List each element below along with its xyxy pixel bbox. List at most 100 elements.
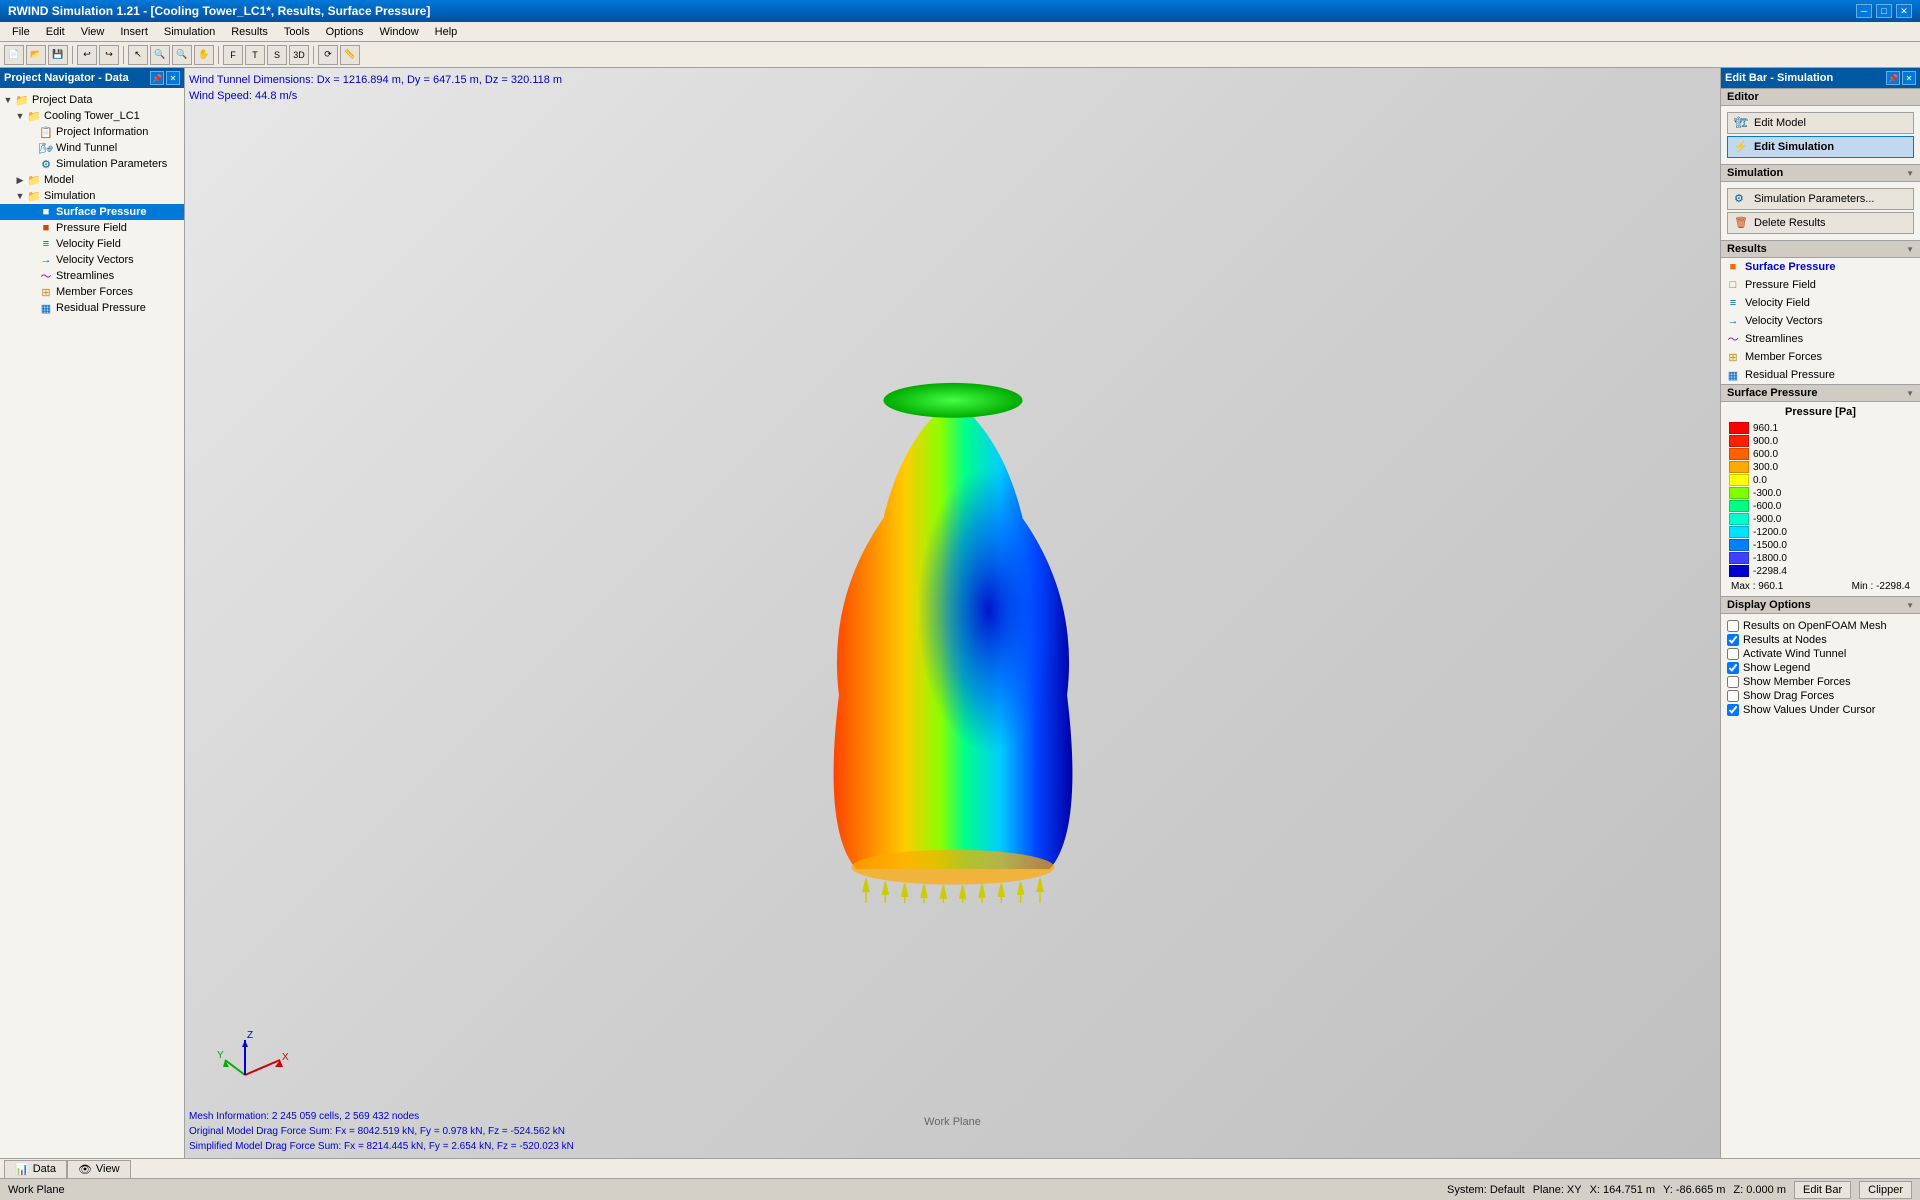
toolbar-new[interactable]: 📄	[4, 45, 24, 65]
tree-item-simulation[interactable]: ▼ 📁 Simulation	[0, 188, 184, 204]
edit-simulation-button[interactable]: ⚡ Edit Simulation	[1727, 136, 1914, 158]
window-controls: ─ □ ✕	[1856, 4, 1912, 18]
icon-residual-pressure: ▦	[38, 301, 54, 315]
delete-results-label: Delete Results	[1754, 217, 1826, 229]
surface-pressure-section-header: Surface Pressure ▼	[1721, 384, 1920, 402]
viewport-bottom-info: Mesh Information: 2 245 059 cells, 2 569…	[189, 1109, 574, 1154]
results-item-surface[interactable]: ■Surface Pressure	[1721, 258, 1920, 276]
toolbar-rotate[interactable]: ⟳	[318, 45, 338, 65]
display-option-2[interactable]: Activate Wind Tunnel	[1727, 648, 1914, 660]
tree-item-cooling-tower[interactable]: ▼ 📁 Cooling Tower_LC1	[0, 108, 184, 124]
checkbox-4[interactable]	[1727, 676, 1739, 688]
tree-item-surface-pressure[interactable]: ■ Surface Pressure	[0, 204, 184, 220]
color-value-4: 0.0	[1753, 475, 1767, 486]
viewport-info-line1: Wind Tunnel Dimensions: Dx = 1216.894 m,…	[189, 72, 562, 88]
toolbar-open[interactable]: 📂	[26, 45, 46, 65]
toolbar-pan[interactable]: ✋	[194, 45, 214, 65]
tree-item-member-forces[interactable]: ⊞ Member Forces	[0, 284, 184, 300]
delete-results-button[interactable]: 🗑 Delete Results	[1727, 212, 1914, 234]
toolbar-front[interactable]: F	[223, 45, 243, 65]
toolbar-measure[interactable]: 📏	[340, 45, 360, 65]
tree-item-model[interactable]: ▶ 📁 Model	[0, 172, 184, 188]
tab-view[interactable]: 👁 View	[67, 1160, 131, 1178]
scale-min-value: -2298.4	[1876, 581, 1910, 592]
results-item-vectors[interactable]: →Velocity Vectors	[1721, 312, 1920, 330]
menu-tools[interactable]: Tools	[276, 24, 318, 40]
panel-close-button[interactable]: ✕	[166, 71, 180, 85]
display-option-5[interactable]: Show Drag Forces	[1727, 690, 1914, 702]
viewport[interactable]: Wind Tunnel Dimensions: Dx = 1216.894 m,…	[185, 68, 1720, 1158]
checkbox-3[interactable]	[1727, 662, 1739, 674]
results-item-streamlines[interactable]: 〜Streamlines	[1721, 330, 1920, 348]
toolbar-zoom-in[interactable]: 🔍	[150, 45, 170, 65]
expand-blank-6	[26, 239, 38, 249]
edit-model-label: Edit Model	[1754, 117, 1806, 129]
menu-edit[interactable]: Edit	[38, 24, 73, 40]
close-button[interactable]: ✕	[1896, 4, 1912, 18]
sim-params-button[interactable]: ⚙ Simulation Parameters...	[1727, 188, 1914, 210]
edit-bar-button[interactable]: Edit Bar	[1794, 1181, 1851, 1199]
menu-results[interactable]: Results	[223, 24, 276, 40]
toolbar-3d[interactable]: 3D	[289, 45, 309, 65]
tree-item-sim-params[interactable]: ⚙ Simulation Parameters	[0, 156, 184, 172]
menu-options[interactable]: Options	[318, 24, 372, 40]
toolbar-undo[interactable]: ↩	[77, 45, 97, 65]
tab-view-label: View	[96, 1163, 120, 1175]
color-scale-row-9: -1500.0	[1729, 539, 1912, 551]
folder-icon-simulation: 📁	[26, 189, 42, 203]
tree-item-velocity-field[interactable]: ≡ Velocity Field	[0, 236, 184, 252]
toolbar-sep-2	[123, 46, 124, 64]
toolbar-top[interactable]: T	[245, 45, 265, 65]
toolbar-select[interactable]: ↖	[128, 45, 148, 65]
right-panel-pin[interactable]: 📌	[1886, 71, 1900, 85]
sim-section-arrow: ▼	[1906, 169, 1914, 178]
menu-view[interactable]: View	[73, 24, 113, 40]
results-item-member[interactable]: ⊞Member Forces	[1721, 348, 1920, 366]
clipper-button[interactable]: Clipper	[1859, 1181, 1912, 1199]
menu-file[interactable]: File	[4, 24, 38, 40]
tree-item-wind-tunnel[interactable]: 🌬 Wind Tunnel	[0, 140, 184, 156]
results-item-velocity[interactable]: ≡Velocity Field	[1721, 294, 1920, 312]
checkbox-0[interactable]	[1727, 620, 1739, 632]
toolbar-zoom-out[interactable]: 🔍	[172, 45, 192, 65]
status-plane: Plane: XY	[1533, 1184, 1582, 1196]
tree-item-streamlines[interactable]: 〜 Streamlines	[0, 268, 184, 284]
editor-section-header: Editor	[1721, 88, 1920, 106]
expand-blank-9	[26, 287, 38, 297]
tree-item-project-info[interactable]: 📋 Project Information	[0, 124, 184, 140]
menu-window[interactable]: Window	[372, 24, 427, 40]
menu-simulation[interactable]: Simulation	[156, 24, 223, 40]
tab-data[interactable]: 📊 Data	[4, 1160, 67, 1178]
scale-min-label: Min	[1852, 581, 1868, 592]
checkbox-6[interactable]	[1727, 704, 1739, 716]
menu-insert[interactable]: Insert	[112, 24, 156, 40]
toolbar-redo[interactable]: ↪	[99, 45, 119, 65]
tree-item-project-data[interactable]: ▼ 📁 Project Data	[0, 92, 184, 108]
results-icon-pressure: □	[1725, 278, 1741, 292]
maximize-button[interactable]: □	[1876, 4, 1892, 18]
panel-pin-button[interactable]: 📌	[150, 71, 164, 85]
color-scale-row-2: 600.0	[1729, 448, 1912, 460]
display-option-1[interactable]: Results at Nodes	[1727, 634, 1914, 646]
display-option-4[interactable]: Show Member Forces	[1727, 676, 1914, 688]
menu-help[interactable]: Help	[427, 24, 466, 40]
tree-label-sim-params: Simulation Parameters	[56, 158, 167, 170]
display-option-0[interactable]: Results on OpenFOAM Mesh	[1727, 620, 1914, 632]
tree-item-residual-pressure[interactable]: ▦ Residual Pressure	[0, 300, 184, 316]
minimize-button[interactable]: ─	[1856, 4, 1872, 18]
toolbar-side[interactable]: S	[267, 45, 287, 65]
checkbox-2[interactable]	[1727, 648, 1739, 660]
tree-item-pressure-field[interactable]: ■ Pressure Field	[0, 220, 184, 236]
tree-item-velocity-vectors[interactable]: → Velocity Vectors	[0, 252, 184, 268]
right-panel-close[interactable]: ✕	[1902, 71, 1916, 85]
toolbar-save[interactable]: 💾	[48, 45, 68, 65]
checkbox-5[interactable]	[1727, 690, 1739, 702]
display-option-6[interactable]: Show Values Under Cursor	[1727, 704, 1914, 716]
edit-model-button[interactable]: 🏗 Edit Model	[1727, 112, 1914, 134]
results-item-residual[interactable]: ▦Residual Pressure	[1721, 366, 1920, 384]
results-icon-residual: ▦	[1725, 368, 1741, 382]
results-item-pressure[interactable]: □Pressure Field	[1721, 276, 1920, 294]
expand-blank-10	[26, 303, 38, 313]
checkbox-1[interactable]	[1727, 634, 1739, 646]
display-option-3[interactable]: Show Legend	[1727, 662, 1914, 674]
